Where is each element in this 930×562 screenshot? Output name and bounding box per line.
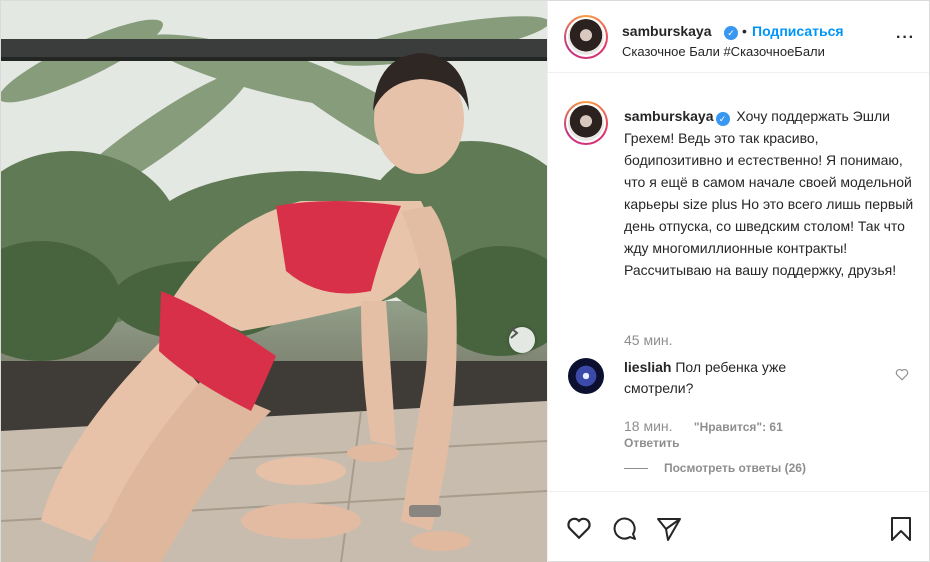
verified-badge-icon: ✓ bbox=[724, 26, 738, 40]
view-replies-label: Посмотреть ответы (26) bbox=[664, 461, 806, 475]
comment-like-heart-icon[interactable] bbox=[895, 368, 909, 381]
caption-text: Хочу поддержать Эшли Грехем! Ведь это та… bbox=[624, 108, 914, 278]
comment-time[interactable]: 18 мин. bbox=[624, 418, 673, 434]
separator-dot: • bbox=[742, 23, 747, 39]
comment-icon[interactable] bbox=[612, 516, 638, 542]
post-side-panel: samburskaya ✓ • Подписаться Сказочное Ба… bbox=[547, 1, 929, 562]
author-avatar[interactable] bbox=[564, 15, 608, 59]
more-dots-icon[interactable]: ··· bbox=[896, 29, 915, 47]
commenter-avatar[interactable] bbox=[568, 358, 604, 394]
comment-meta: 18 мин. "Нравится": 61 bbox=[624, 418, 801, 434]
paper-plane-icon[interactable] bbox=[656, 516, 682, 542]
next-photo-button[interactable] bbox=[509, 327, 535, 353]
comment-username[interactable]: liesliah bbox=[624, 359, 671, 375]
divider-line bbox=[624, 468, 648, 470]
photo-illustration bbox=[1, 1, 547, 562]
author-username[interactable]: samburskaya bbox=[622, 23, 712, 39]
heart-icon[interactable] bbox=[566, 516, 592, 540]
view-replies-button[interactable]: Посмотреть ответы (26) bbox=[624, 461, 806, 475]
avatar-photo bbox=[568, 19, 604, 55]
post-photo[interactable] bbox=[1, 1, 547, 562]
reply-button[interactable]: Ответить bbox=[624, 436, 679, 450]
verified-badge-icon: ✓ bbox=[715, 112, 730, 126]
comment-likes[interactable]: "Нравится": 61 bbox=[694, 420, 783, 434]
bookmark-icon[interactable] bbox=[890, 516, 912, 542]
chevron-right-icon bbox=[510, 327, 519, 339]
instagram-post: samburskaya ✓ • Подписаться Сказочное Ба… bbox=[0, 0, 930, 562]
post-caption: samburskaya ✓ Хочу поддержать Эшли Грехем… bbox=[624, 105, 914, 281]
post-header: samburskaya ✓ • Подписаться Сказочное Ба… bbox=[548, 1, 929, 73]
follow-button[interactable]: Подписаться bbox=[752, 23, 844, 39]
caption-time[interactable]: 45 мин. bbox=[624, 332, 673, 348]
post-actions-bar bbox=[548, 491, 929, 562]
post-location[interactable]: Сказочное Бали #СказочноеБали bbox=[622, 44, 825, 59]
caption-avatar[interactable] bbox=[564, 101, 608, 145]
caption-username[interactable]: samburskaya bbox=[624, 108, 714, 124]
comment: liesliah Пол ребенка уже смотрели? bbox=[624, 357, 824, 399]
